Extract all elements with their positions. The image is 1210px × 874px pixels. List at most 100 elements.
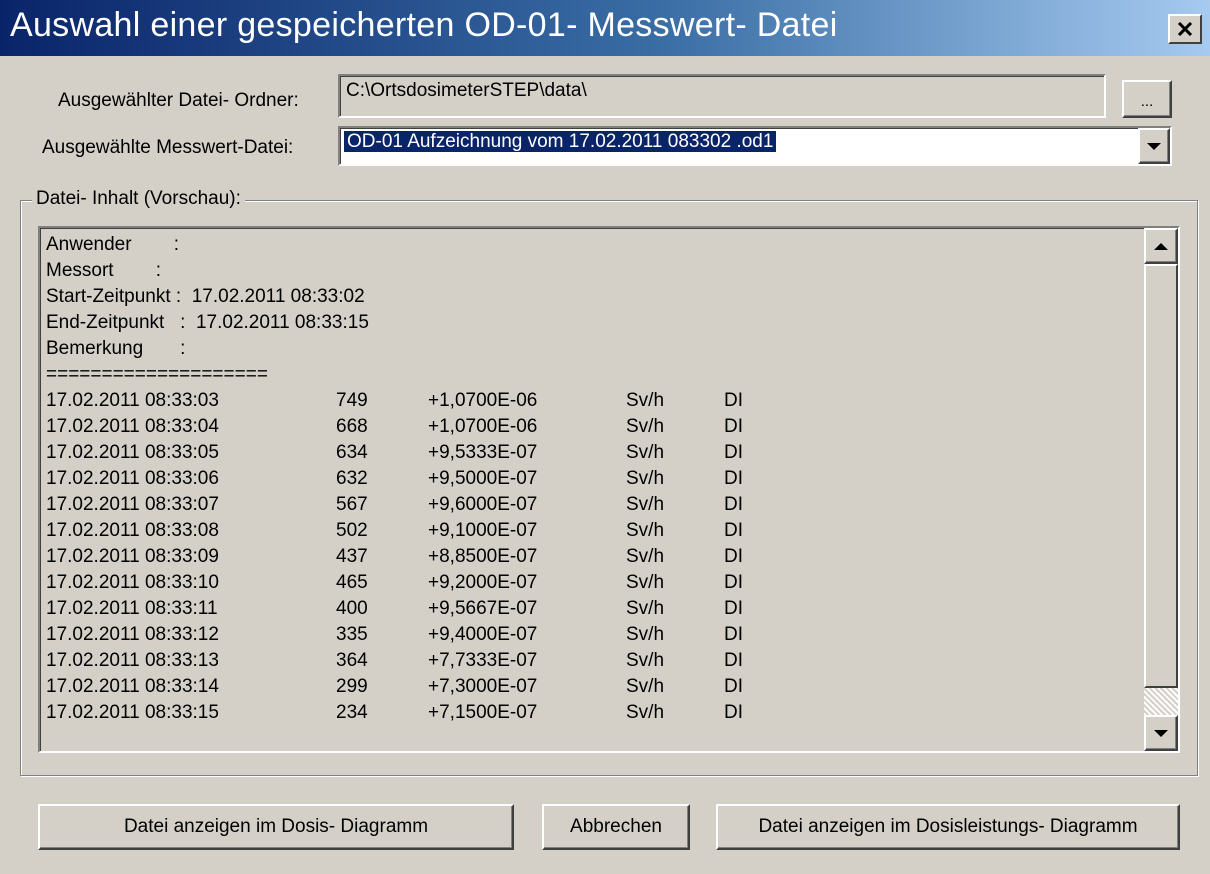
preview-header-line: Anwender : bbox=[46, 234, 180, 255]
dropdown-button[interactable] bbox=[1138, 128, 1170, 164]
row-unit: Sv/h bbox=[626, 624, 665, 645]
preview-header-line: Start-Zeitpunkt : 17.02.2011 08:33:02 bbox=[46, 286, 365, 307]
show-dose-chart-label: Datei anzeigen im Dosis- Diagramm bbox=[123, 816, 429, 837]
row-count: 502 bbox=[336, 520, 368, 541]
row-datetime: 17.02.2011 08:33:15 bbox=[46, 702, 219, 723]
row-value: +9,4000E-07 bbox=[428, 624, 538, 645]
row-mode: DI bbox=[724, 468, 743, 489]
row-count: 335 bbox=[336, 624, 368, 645]
row-mode: DI bbox=[724, 650, 743, 671]
vertical-scrollbar[interactable] bbox=[1144, 228, 1178, 751]
row-count: 400 bbox=[336, 598, 368, 619]
folder-label: Ausgewählter Datei- Ordner: bbox=[58, 90, 299, 111]
row-unit: Sv/h bbox=[626, 520, 665, 541]
row-unit: Sv/h bbox=[626, 650, 665, 671]
data-row: 17.02.2011 08:33:12 335 +9,4000E-07 Sv/h DI bbox=[46, 622, 1138, 648]
scrollbar-thumb[interactable] bbox=[1144, 264, 1178, 688]
preview-header-line: ==================== bbox=[46, 364, 268, 385]
row-value: +7,1500E-07 bbox=[428, 702, 538, 723]
row-datetime: 17.02.2011 08:33:05 bbox=[46, 442, 219, 463]
row-unit: Sv/h bbox=[626, 494, 665, 515]
data-row: 17.02.2011 08:33:10 465 +9,2000E-07 Sv/h DI bbox=[46, 570, 1138, 596]
cancel-button[interactable]: Abbrechen bbox=[542, 804, 690, 850]
row-value: +1,0700E-06 bbox=[428, 390, 538, 411]
row-unit: Sv/h bbox=[626, 546, 665, 567]
row-value: +9,5000E-07 bbox=[428, 468, 538, 489]
row-count: 567 bbox=[336, 494, 368, 515]
data-row: 17.02.2011 08:33:06 632 +9,5000E-07 Sv/h DI bbox=[46, 466, 1138, 492]
title-bar[interactable]: Auswahl einer gespeicherten OD-01- Messw… bbox=[0, 0, 1210, 56]
cancel-label: Abbrechen bbox=[570, 816, 662, 837]
row-value: +9,5333E-07 bbox=[428, 442, 538, 463]
row-value: +7,7333E-07 bbox=[428, 650, 538, 671]
row-value: +9,1000E-07 bbox=[428, 520, 538, 541]
row-count: 234 bbox=[336, 702, 368, 723]
scroll-up-arrow-icon bbox=[1154, 242, 1168, 250]
scroll-up-button[interactable] bbox=[1144, 228, 1178, 264]
row-count: 299 bbox=[336, 676, 368, 697]
close-x-icon bbox=[1177, 22, 1193, 36]
scroll-down-button[interactable] bbox=[1144, 715, 1178, 751]
chevron-down-icon bbox=[1147, 142, 1161, 150]
browse-folder-button[interactable]: ... bbox=[1122, 80, 1172, 118]
row-count: 749 bbox=[336, 390, 368, 411]
preview-header-line: Bemerkung : bbox=[46, 338, 186, 359]
file-label: Ausgewählte Messwert-Datei: bbox=[42, 137, 294, 158]
row-value: +9,6000E-07 bbox=[428, 494, 538, 515]
row-count: 668 bbox=[336, 416, 368, 437]
row-mode: DI bbox=[724, 416, 743, 437]
data-row: 17.02.2011 08:33:08 502 +9,1000E-07 Sv/h DI bbox=[46, 518, 1138, 544]
preview-text: Anwender : Messort : Start-Zeitpunkt : 17.… bbox=[46, 232, 1138, 747]
data-row: 17.02.2011 08:33:14 299 +7,3000E-07 Sv/h DI bbox=[46, 674, 1138, 700]
row-datetime: 17.02.2011 08:33:10 bbox=[46, 572, 219, 593]
row-datetime: 17.02.2011 08:33:08 bbox=[46, 520, 219, 541]
row-mode: DI bbox=[724, 624, 743, 645]
data-row: 17.02.2011 08:33:05 634 +9,5333E-07 Sv/h DI bbox=[46, 440, 1138, 466]
row-unit: Sv/h bbox=[626, 598, 665, 619]
row-datetime: 17.02.2011 08:33:14 bbox=[46, 676, 219, 697]
preview-header-line: Messort : bbox=[46, 260, 162, 281]
row-value: +9,2000E-07 bbox=[428, 572, 538, 593]
row-count: 437 bbox=[336, 546, 368, 567]
file-preview-box[interactable]: Anwender : Messort : Start-Zeitpunkt : 17.… bbox=[38, 226, 1180, 753]
folder-path-field: C:\OrtsdosimeterSTEP\data\ bbox=[338, 74, 1106, 118]
row-datetime: 17.02.2011 08:33:13 bbox=[46, 650, 219, 671]
row-unit: Sv/h bbox=[626, 416, 665, 437]
row-mode: DI bbox=[724, 442, 743, 463]
row-mode: DI bbox=[724, 676, 743, 697]
row-count: 465 bbox=[336, 572, 368, 593]
row-mode: DI bbox=[724, 702, 743, 723]
row-mode: DI bbox=[724, 546, 743, 567]
row-value: +9,5667E-07 bbox=[428, 598, 538, 619]
row-datetime: 17.02.2011 08:33:07 bbox=[46, 494, 219, 515]
data-row: 17.02.2011 08:33:09 437 +8,8500E-07 Sv/h DI bbox=[46, 544, 1138, 570]
row-mode: DI bbox=[724, 598, 743, 619]
row-count: 632 bbox=[336, 468, 368, 489]
preview-header-line: End-Zeitpunkt : 17.02.2011 08:33:15 bbox=[46, 312, 369, 333]
row-datetime: 17.02.2011 08:33:09 bbox=[46, 546, 219, 567]
row-unit: Sv/h bbox=[626, 572, 665, 593]
scroll-down-arrow-icon bbox=[1154, 729, 1168, 737]
row-datetime: 17.02.2011 08:33:06 bbox=[46, 468, 219, 489]
show-dose-chart-button[interactable]: Datei anzeigen im Dosis- Diagramm bbox=[38, 804, 514, 850]
row-count: 364 bbox=[336, 650, 368, 671]
row-count: 634 bbox=[336, 442, 368, 463]
row-value: +1,0700E-06 bbox=[428, 416, 538, 437]
folder-path-value: C:\OrtsdosimeterSTEP\data\ bbox=[346, 80, 587, 101]
file-select-dropdown[interactable]: OD-01 Aufzeichnung vom 17.02.2011 083302… bbox=[338, 126, 1172, 166]
show-dose-rate-chart-label: Datei anzeigen im Dosisleistungs- Diagra… bbox=[758, 816, 1138, 837]
row-datetime: 17.02.2011 08:33:12 bbox=[46, 624, 219, 645]
window-title: Auswahl einer gespeicherten OD-01- Messw… bbox=[10, 6, 838, 44]
close-button[interactable] bbox=[1168, 14, 1202, 44]
row-value: +7,3000E-07 bbox=[428, 676, 538, 697]
row-mode: DI bbox=[724, 572, 743, 593]
row-value: +8,8500E-07 bbox=[428, 546, 538, 567]
data-row: 17.02.2011 08:33:03 749 +1,0700E-06 Sv/h DI bbox=[46, 388, 1138, 414]
row-mode: DI bbox=[724, 494, 743, 515]
show-dose-rate-chart-button[interactable]: Datei anzeigen im Dosisleistungs- Diagra… bbox=[716, 804, 1180, 850]
data-row: 17.02.2011 08:33:11 400 +9,5667E-07 Sv/h DI bbox=[46, 596, 1138, 622]
row-unit: Sv/h bbox=[626, 468, 665, 489]
browse-button-label: ... bbox=[1140, 92, 1154, 110]
data-row: 17.02.2011 08:33:15 234 +7,1500E-07 Sv/h DI bbox=[46, 700, 1138, 726]
row-mode: DI bbox=[724, 390, 743, 411]
